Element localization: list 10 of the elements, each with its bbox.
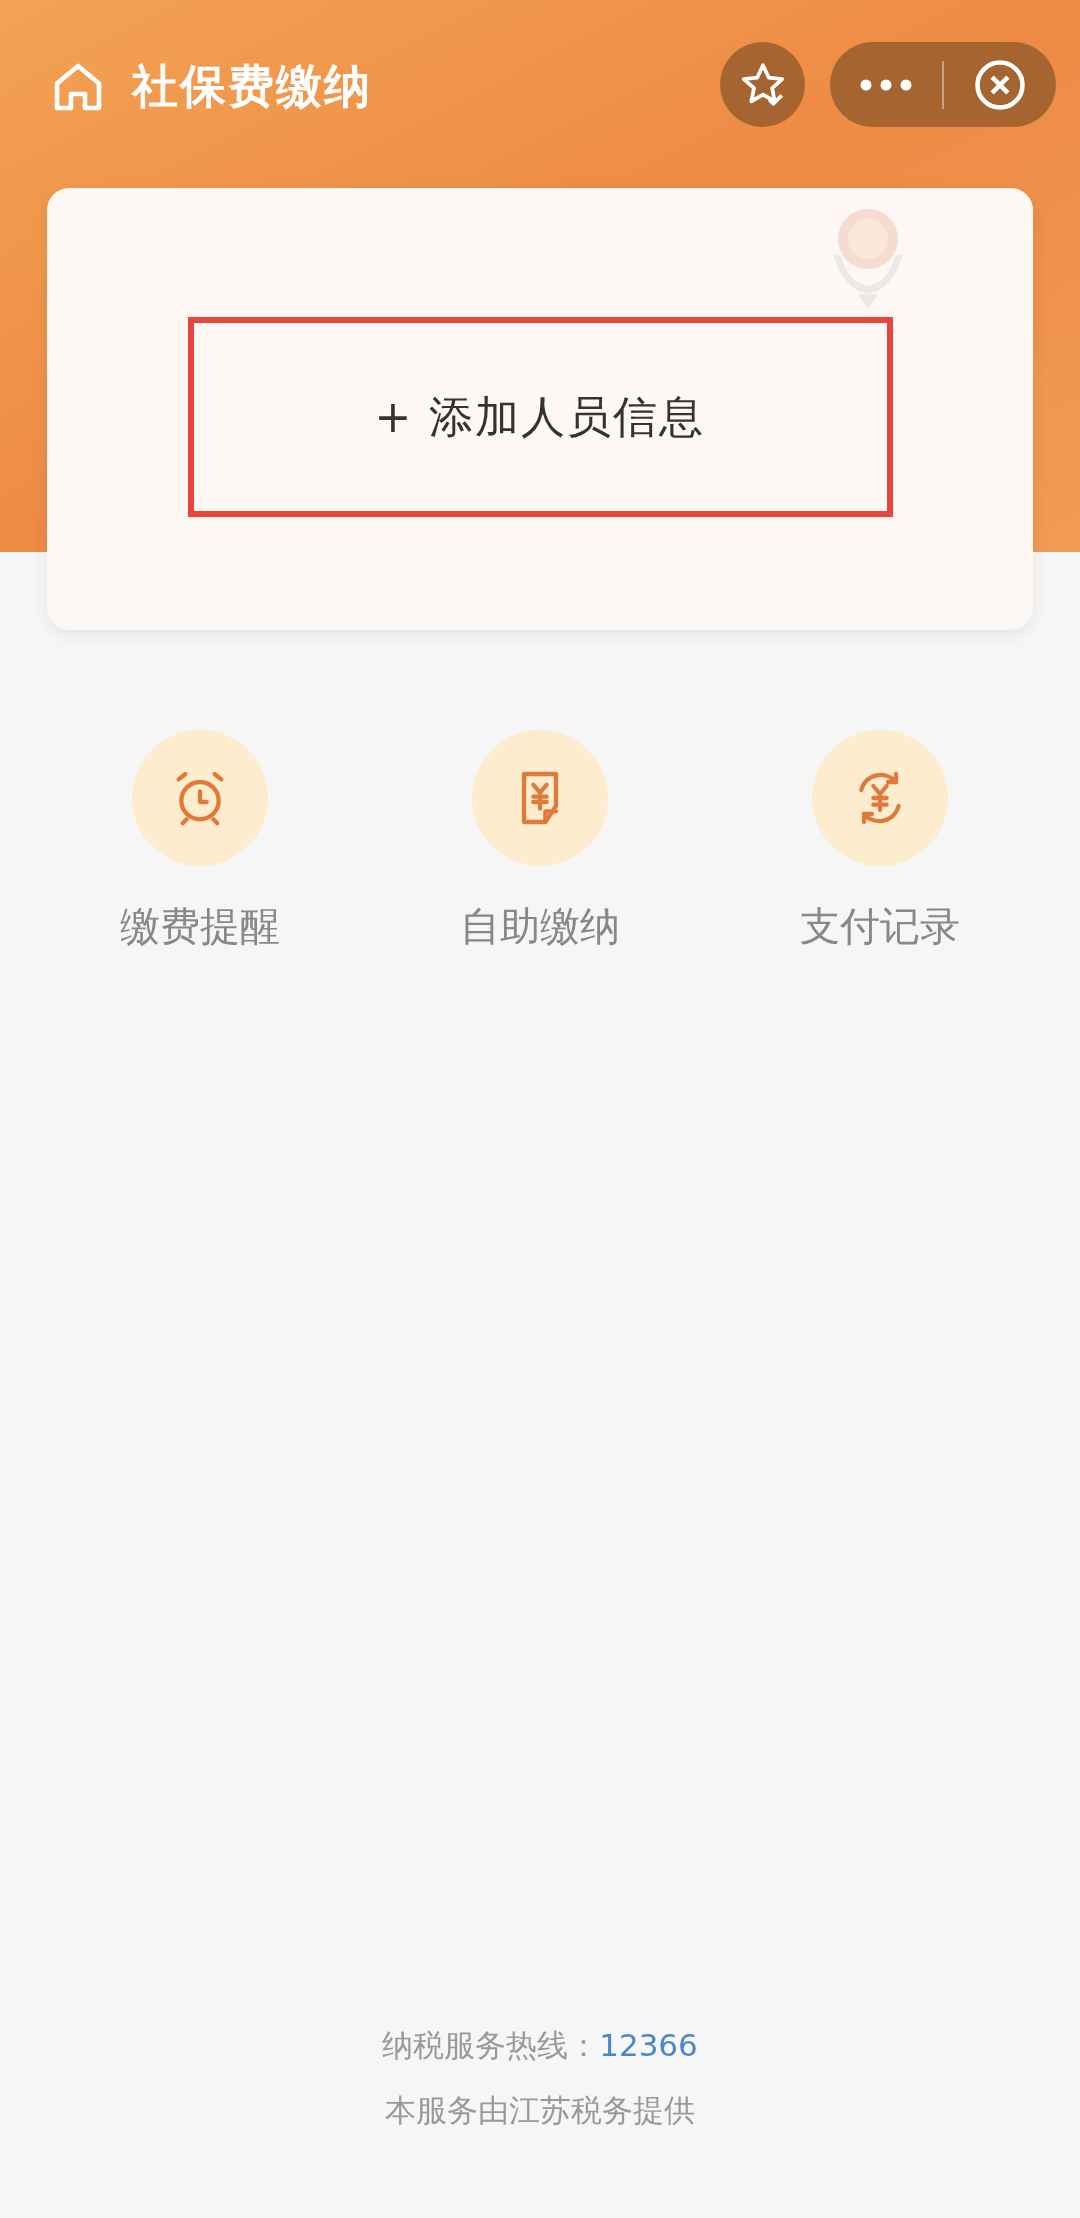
hotline-number[interactable]: 12366 bbox=[599, 2022, 698, 2069]
shortcut-button[interactable]: 支付记录 bbox=[760, 730, 1000, 956]
provider-text: 本服务由江苏税务提供 bbox=[385, 2090, 695, 2130]
hotline-label: 纳税服务热线： bbox=[382, 2026, 600, 2065]
close-icon bbox=[973, 57, 1027, 112]
shortcut-button[interactable]: 自助缴纳 bbox=[420, 730, 660, 956]
shortcut-button[interactable]: 缴费提醒 bbox=[80, 730, 320, 956]
more-icon bbox=[860, 78, 912, 91]
page-title: 社保费缴纳 bbox=[132, 58, 372, 115]
add-person-button[interactable]: + 添加人员信息 bbox=[187, 317, 893, 517]
